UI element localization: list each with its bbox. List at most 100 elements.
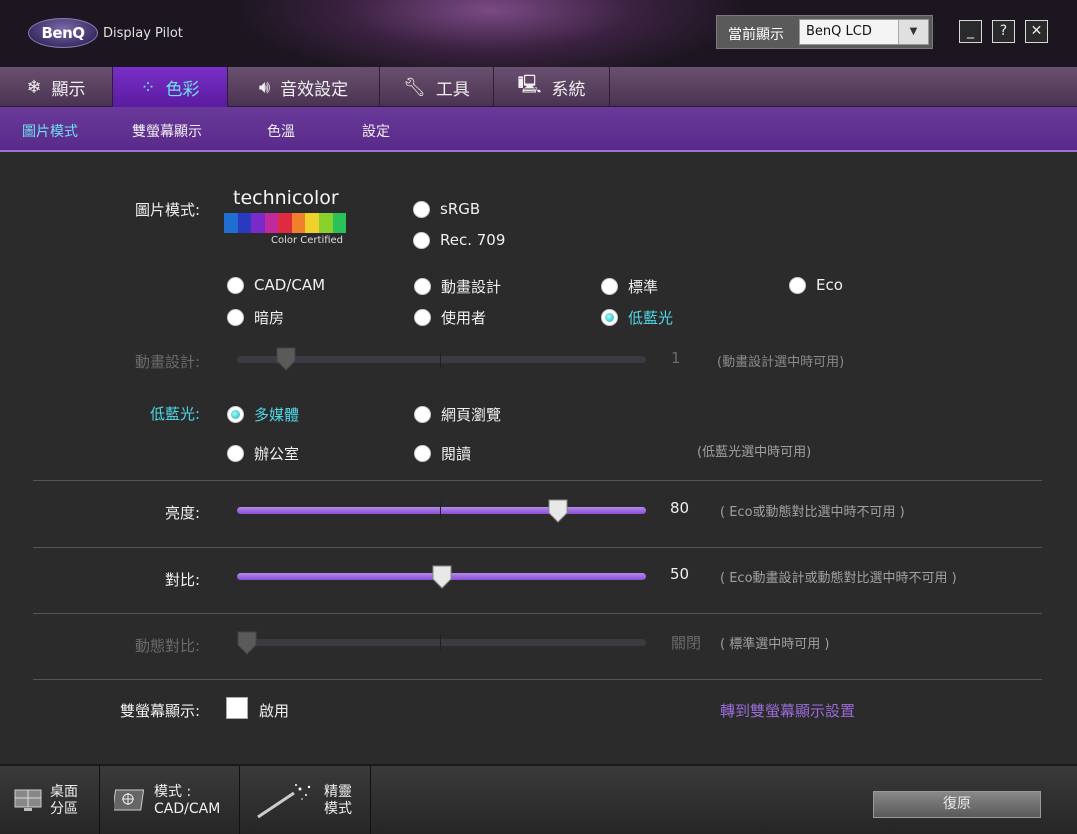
monitor-value: BenQ LCD (806, 24, 872, 39)
help-button[interactable]: ? (992, 20, 1015, 43)
monitor-icon: 🖳 (517, 74, 542, 95)
monitor-grid-icon (14, 789, 42, 811)
technicolor-word: technicolor (233, 187, 339, 209)
radio-dot[interactable] (601, 278, 618, 295)
dynamic-contrast-slider-track[interactable] (237, 634, 646, 651)
restore-button[interactable]: 復原 (873, 791, 1041, 818)
divider (33, 480, 1042, 481)
benq-logo: BenQ (28, 18, 98, 48)
subtab-picture-mode[interactable]: 圖片模式 (22, 121, 78, 141)
animation-value: 1 (671, 349, 681, 367)
radio-cadcam[interactable]: CAD/CAM (227, 276, 325, 294)
brightness-slider-track[interactable] (237, 502, 646, 519)
technicolor-logo: technicolor Color Certified (224, 187, 349, 249)
animation-slider-thumb[interactable] (276, 347, 296, 371)
radio-eco[interactable]: Eco (789, 276, 843, 294)
mode-button[interactable]: 模式 : CAD/CAM (100, 766, 240, 834)
radio-dot[interactable] (414, 445, 431, 462)
divider (33, 547, 1042, 548)
dynamic-contrast-slider-thumb[interactable] (237, 631, 257, 655)
monitor-selector: 當前顯示 BenQ LCD ▼ (716, 15, 933, 49)
radio-dot[interactable] (414, 309, 431, 326)
desktop-partition-button[interactable]: 桌面 分區 (0, 766, 100, 834)
radio-label: 標準 (628, 278, 659, 296)
contrast-note: ( Eco動畫設計或動態對比選中時不可用 ) (720, 571, 957, 586)
low-blue-label: 低藍光: (149, 405, 200, 423)
slider-center-tick (440, 351, 441, 368)
desktop-line2: 分區 (50, 801, 78, 817)
radio-label: 網頁瀏覽 (441, 406, 502, 424)
dual-display-label: 雙螢幕顯示: (119, 702, 200, 720)
radio-rec709[interactable]: Rec. 709 (413, 231, 505, 249)
radio-dot-selected[interactable] (227, 406, 244, 423)
radio-multimedia[interactable]: 多媒體 (227, 404, 299, 425)
tab-system[interactable]: 🖳 系統 (494, 67, 610, 107)
radio-label: Rec. 709 (440, 231, 506, 249)
tab-label: 音效設定 (280, 79, 349, 100)
wizard-line1: 精靈 (324, 784, 352, 800)
magic-wand-icon (257, 784, 311, 819)
tab-audio[interactable]: 🔊︎ 音效設定 (228, 67, 380, 107)
radio-reading[interactable]: 閱讀 (414, 443, 471, 464)
radio-label: Eco (816, 276, 843, 294)
wrench-icon: 🔧︎ (403, 76, 426, 98)
radio-dot[interactable] (413, 200, 430, 218)
slider-center-tick (440, 634, 441, 651)
dynamic-contrast-label: 動態對比: (134, 637, 200, 655)
dual-display-checkbox[interactable] (226, 697, 248, 719)
low-blue-note: (低藍光選中時可用) (697, 445, 812, 460)
brightness-slider-thumb[interactable] (548, 499, 568, 523)
radio-dot[interactable] (227, 445, 244, 462)
subtab-settings[interactable]: 設定 (362, 121, 390, 141)
radio-dot[interactable] (227, 276, 244, 294)
radio-dot[interactable] (413, 231, 430, 249)
radio-label: sRGB (440, 200, 481, 218)
chevron-down-icon[interactable]: ▼ (898, 20, 928, 44)
wizard-mode-button[interactable]: 精靈 模式 (240, 766, 371, 834)
radio-office[interactable]: 辦公室 (227, 443, 299, 464)
radio-darkroom[interactable]: 暗房 (227, 307, 284, 328)
radio-animation[interactable]: 動畫設計 (414, 276, 501, 297)
divider (33, 679, 1042, 680)
app-title: Display Pilot (103, 26, 183, 41)
sub-tabs: 圖片模式 雙螢幕顯示 色溫 設定 (0, 107, 1077, 152)
radio-user[interactable]: 使用者 (414, 307, 486, 328)
radio-label: 多媒體 (254, 406, 300, 424)
mode-line1: 模式 : (154, 784, 192, 800)
minimize-button[interactable]: _ (959, 20, 982, 43)
dynamic-contrast-value: 關閉 (671, 634, 702, 652)
radio-srgb[interactable]: sRGB (413, 200, 480, 218)
dual-display-enable-label: 啟用 (259, 702, 290, 720)
desktop-partition-label: 桌面 分區 (50, 784, 78, 818)
subtab-color-temp[interactable]: 色溫 (267, 121, 295, 141)
main-tabs: ❄ 顯示 ⁘ 色彩 🔊︎ 音效設定 🔧︎ 工具 🖳 系統 (0, 67, 1077, 107)
close-button[interactable]: ✕ (1025, 20, 1048, 43)
subtab-dual-display[interactable]: 雙螢幕顯示 (132, 121, 202, 141)
contrast-slider-thumb[interactable] (432, 565, 452, 589)
radio-label: 暗房 (254, 309, 285, 327)
radio-standard[interactable]: 標準 (601, 276, 658, 297)
radio-web-browsing[interactable]: 網頁瀏覽 (414, 404, 501, 425)
radio-dot[interactable] (789, 276, 806, 294)
monitor-dropdown[interactable]: BenQ LCD ▼ (799, 19, 929, 45)
animation-note: (動畫設計選中時可用) (717, 355, 845, 370)
dual-display-link[interactable]: 轉到雙螢幕顯示設置 (720, 700, 855, 721)
cad-mode-icon (114, 789, 145, 811)
divider (33, 613, 1042, 614)
mode-line2: CAD/CAM (154, 801, 221, 817)
brightness-value: 80 (670, 499, 690, 517)
title-bar: BenQ Display Pilot 當前顯示 BenQ LCD ▼ _ ? ✕ (0, 0, 1077, 67)
tab-tools[interactable]: 🔧︎ 工具 (380, 67, 494, 107)
brightness-label: 亮度: (164, 504, 200, 522)
tab-label: 系統 (551, 79, 586, 100)
animation-label: 動畫設計: (134, 353, 200, 371)
radio-dot[interactable] (227, 309, 244, 326)
radio-dot[interactable] (414, 278, 431, 295)
radio-dot-selected[interactable] (601, 309, 618, 326)
radio-low-blue[interactable]: 低藍光 (601, 307, 673, 328)
radio-dot[interactable] (414, 406, 431, 423)
animation-slider-track[interactable] (237, 351, 646, 368)
tab-display[interactable]: ❄ 顯示 (0, 67, 113, 107)
tab-color[interactable]: ⁘ 色彩 (113, 67, 228, 107)
snowflake-icon: ❄ (26, 76, 42, 98)
